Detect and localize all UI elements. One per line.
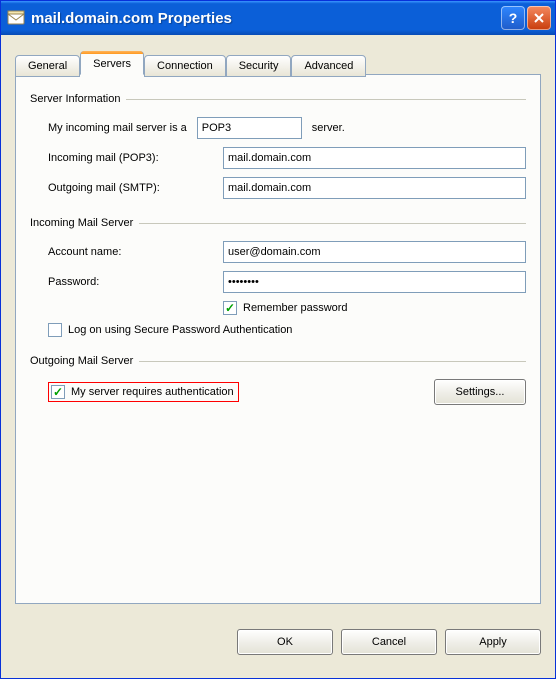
app-icon — [7, 9, 25, 27]
group-divider — [139, 223, 526, 224]
help-button[interactable]: ? — [501, 6, 525, 30]
ok-button[interactable]: OK — [237, 629, 333, 655]
remember-password-checkbox[interactable] — [223, 301, 237, 315]
client-area: General Servers Connection Security Adva… — [1, 35, 555, 618]
outgoing-auth-label: My server requires authentication — [71, 386, 234, 398]
row-outgoing-auth: My server requires authentication Settin… — [48, 379, 526, 405]
group-server-information: Server Information My incoming mail serv… — [30, 93, 526, 199]
properties-dialog: mail.domain.com Properties ? General Ser… — [0, 0, 556, 679]
account-name-label: Account name: — [48, 246, 223, 258]
group-divider — [126, 99, 526, 100]
row-outgoing-mail: Outgoing mail (SMTP): — [48, 177, 526, 199]
tab-connection[interactable]: Connection — [144, 55, 226, 77]
account-name-field[interactable] — [223, 241, 526, 263]
password-field[interactable] — [223, 271, 526, 293]
row-server-type: My incoming mail server is a server. — [48, 117, 526, 139]
outgoing-mail-label: Outgoing mail (SMTP): — [48, 182, 223, 194]
group-title-incoming: Incoming Mail Server — [30, 217, 139, 229]
tab-security[interactable]: Security — [226, 55, 292, 77]
tabstrip: General Servers Connection Security Adva… — [15, 49, 541, 75]
group-outgoing-mail-server: Outgoing Mail Server My server requires … — [30, 355, 526, 405]
tab-connection-label: Connection — [157, 60, 213, 72]
row-spa: Log on using Secure Password Authenticat… — [48, 323, 526, 337]
tabpanel-servers: Server Information My incoming mail serv… — [15, 74, 541, 604]
dialog-button-bar: OK Cancel Apply — [1, 618, 555, 678]
tab-advanced[interactable]: Advanced — [291, 55, 366, 77]
outgoing-mail-field[interactable] — [223, 177, 526, 199]
tab-security-label: Security — [239, 60, 279, 72]
tab-general[interactable]: General — [15, 55, 80, 77]
tab-servers-label: Servers — [93, 58, 131, 70]
incoming-mail-field[interactable] — [223, 147, 526, 169]
tab-advanced-label: Advanced — [304, 60, 353, 72]
apply-button[interactable]: Apply — [445, 629, 541, 655]
tab-servers[interactable]: Servers — [80, 51, 144, 75]
server-type-suffix: server. — [312, 122, 345, 134]
row-account-name: Account name: — [48, 241, 526, 263]
spa-label: Log on using Secure Password Authenticat… — [68, 324, 292, 336]
tab-general-label: General — [28, 60, 67, 72]
window-title: mail.domain.com Properties — [31, 10, 499, 27]
group-title-outgoing: Outgoing Mail Server — [30, 355, 139, 367]
row-incoming-mail: Incoming mail (POP3): — [48, 147, 526, 169]
row-remember-password: Remember password — [223, 301, 526, 315]
server-type-prefix: My incoming mail server is a — [48, 122, 187, 134]
group-divider — [139, 361, 526, 362]
group-incoming-mail-server: Incoming Mail Server Account name: Passw… — [30, 217, 526, 337]
remember-password-label: Remember password — [243, 302, 348, 314]
password-label: Password: — [48, 276, 223, 288]
close-button[interactable] — [527, 6, 551, 30]
outgoing-auth-checkbox[interactable] — [51, 385, 65, 399]
cancel-button[interactable]: Cancel — [341, 629, 437, 655]
group-title-server-info: Server Information — [30, 93, 126, 105]
highlight-auth-required: My server requires authentication — [48, 382, 239, 402]
settings-button[interactable]: Settings... — [434, 379, 526, 405]
server-type-field[interactable] — [197, 117, 302, 139]
row-password: Password: — [48, 271, 526, 293]
incoming-mail-label: Incoming mail (POP3): — [48, 152, 223, 164]
spa-checkbox[interactable] — [48, 323, 62, 337]
titlebar: mail.domain.com Properties ? — [1, 1, 555, 35]
